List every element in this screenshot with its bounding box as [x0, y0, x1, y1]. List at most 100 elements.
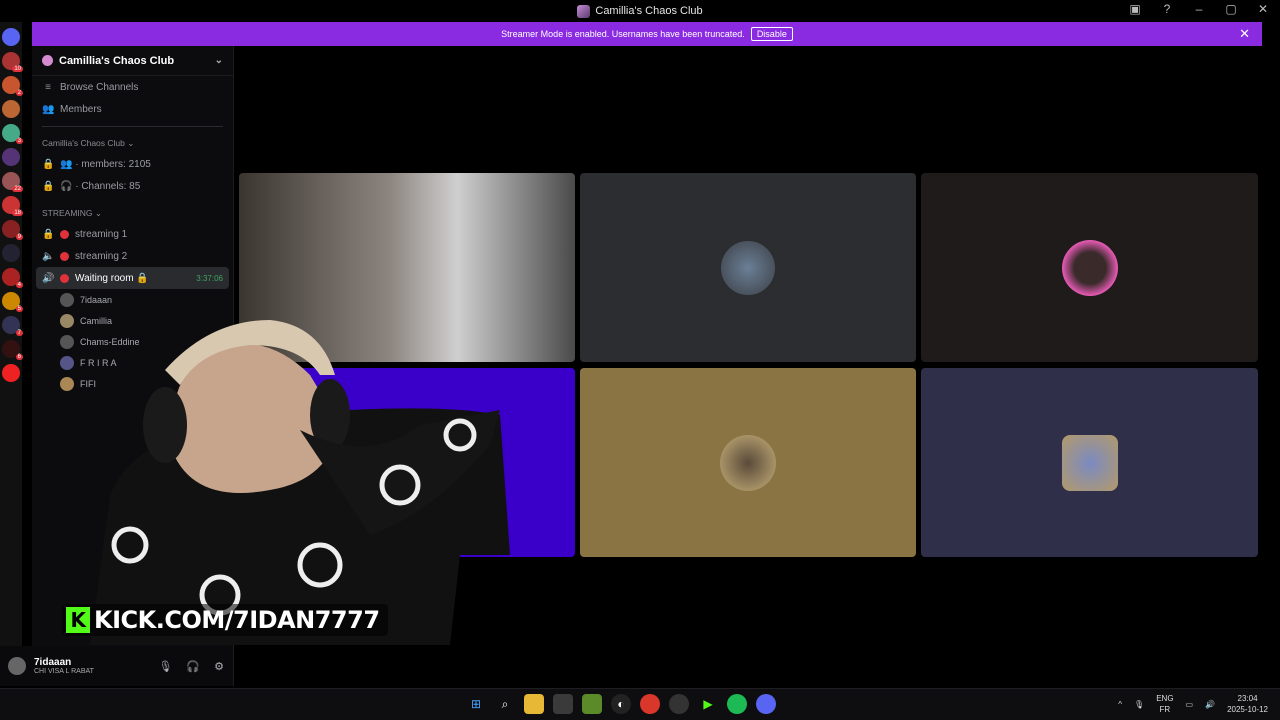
members-icon: 👥 — [42, 103, 55, 115]
category-streaming[interactable]: STREAMING ⌄ — [32, 203, 233, 223]
server-name: Camillia's Chaos Club — [59, 54, 175, 67]
settings-gear-icon[interactable]: ⚙ — [214, 660, 224, 673]
voice-user[interactable]: 7idaaan — [32, 289, 233, 310]
server-logo-icon — [577, 4, 591, 18]
divider — [42, 126, 223, 127]
language-secondary: FR — [1159, 705, 1171, 714]
server-icon[interactable]: 18 — [2, 196, 23, 216]
members-item[interactable]: 👥 Members — [32, 98, 233, 120]
clock-time: 23:04 — [1237, 694, 1258, 703]
microphone-icon[interactable]: 🎙 — [158, 660, 172, 673]
microphone-icon[interactable]: 🎙 — [1134, 700, 1144, 709]
server-header[interactable]: Camillia's Chaos Club ⌄ — [32, 46, 233, 76]
server-icon[interactable] — [2, 100, 20, 118]
avatar — [1061, 434, 1118, 491]
server-icon[interactable]: 6 — [2, 340, 23, 360]
server-icon[interactable] — [2, 244, 20, 262]
server-icon[interactable] — [2, 148, 20, 166]
server-icon[interactable]: 7 — [2, 316, 23, 336]
app-icon[interactable] — [582, 694, 602, 714]
clock-date: 2025-10-12 — [1227, 705, 1268, 714]
browse-channels-label: Browse Channels — [60, 81, 139, 93]
start-button-icon[interactable]: ⊞ — [466, 694, 486, 714]
server-list: 10 2 3 22 18 9 4 5 7 6 — [0, 22, 23, 686]
list-icon: ≡ — [45, 81, 51, 93]
streamer-webcam-overlay — [90, 320, 510, 645]
kick-logo-icon: K — [66, 607, 90, 633]
avatar — [60, 292, 74, 307]
user-name: 7idaaan — [34, 657, 72, 668]
close-window-button[interactable]: ✕ — [1254, 2, 1272, 16]
clock[interactable]: 23:04 2025-10-12 — [1227, 693, 1268, 715]
server-icon[interactable]: 22 — [2, 172, 23, 192]
chrome-icon[interactable] — [640, 694, 660, 714]
language-indicator[interactable]: ENG FR — [1156, 693, 1173, 715]
channel-channels-stat[interactable]: 🔒 🎧 · Channels: 85 — [32, 175, 233, 197]
video-tile[interactable] — [580, 368, 916, 557]
members-label: Members — [60, 103, 102, 115]
server-icon[interactable]: 5 — [2, 292, 23, 312]
lock-icon: 🔒 — [42, 158, 55, 170]
window-titlebar: Camillia's Chaos Club ▣ ? – ▢ ✕ — [0, 0, 1280, 22]
live-dot-icon — [60, 251, 69, 261]
server-icon[interactable]: 2 — [2, 76, 23, 96]
kick-url: KICK.COM/7IDAN7777 — [94, 606, 380, 634]
call-timer: 3:37:06 — [196, 273, 223, 283]
channel-streaming-2[interactable]: 🔈 streaming 2 — [32, 245, 233, 267]
speaker-icon: 🔊 — [42, 272, 55, 284]
minimize-button[interactable]: – — [1190, 2, 1208, 16]
volume-icon[interactable]: 🔊 — [1205, 700, 1215, 709]
file-explorer-icon[interactable] — [524, 694, 544, 714]
lock-icon: 🔒 — [42, 180, 55, 192]
help-icon[interactable]: ? — [1158, 2, 1176, 16]
live-dot-icon — [60, 273, 69, 283]
streamer-mode-banner: Streamer Mode is enabled. Usernames have… — [32, 22, 1262, 46]
channel-label: 👥 · members: 2105 — [60, 158, 151, 170]
play-icon[interactable]: ▶ — [698, 694, 718, 714]
network-icon[interactable]: ▭ — [1186, 700, 1194, 709]
live-dot-icon — [60, 229, 69, 239]
banner-close-icon[interactable]: ✕ — [1239, 26, 1250, 42]
search-icon[interactable]: ⌕ — [495, 694, 515, 714]
headphones-icon[interactable]: 🎧 — [186, 660, 200, 673]
windows-taskbar: ⊞ ⌕ ◐ ▶ ^ 🎙 ENG FR ▭ 🔊 23:04 2025-10-12 — [0, 688, 1280, 720]
app-icon[interactable]: ◐ — [611, 694, 631, 714]
server-icon[interactable] — [2, 28, 20, 46]
maximize-button[interactable]: ▢ — [1222, 2, 1240, 16]
server-icon[interactable]: 10 — [2, 52, 23, 72]
channel-streaming-1[interactable]: 🔒 streaming 1 — [32, 223, 233, 245]
language-primary: ENG — [1156, 694, 1174, 703]
channel-label: Waiting room 🔒 — [75, 272, 149, 284]
user-status: CHI VISA L RABAT — [34, 668, 94, 675]
browse-channels[interactable]: ≡ Browse Channels — [32, 76, 233, 98]
channel-members-stat[interactable]: 🔒 👥 · members: 2105 — [32, 153, 233, 175]
discord-icon[interactable] — [756, 694, 776, 714]
spotify-icon[interactable] — [727, 694, 747, 714]
video-tile[interactable] — [580, 173, 916, 362]
video-tile[interactable] — [921, 173, 1258, 362]
avatar — [721, 240, 775, 295]
voice-user-name: 7idaaan — [80, 294, 113, 305]
category-header[interactable]: Camillia's Chaos Club ⌄ — [32, 133, 233, 153]
avatar[interactable] — [8, 657, 26, 675]
channel-label: streaming 2 — [75, 250, 128, 262]
channel-waiting-room[interactable]: 🔊 Waiting room 🔒 3:37:06 — [36, 267, 229, 289]
server-icon[interactable]: 3 — [2, 124, 23, 144]
avatar — [1061, 239, 1118, 296]
user-info[interactable]: 7idaaan CHI VISA L RABAT — [34, 657, 94, 675]
inbox-icon[interactable]: ▣ — [1126, 2, 1144, 16]
user-panel: 7idaaan CHI VISA L RABAT 🎙 🎧 ⚙ — [0, 646, 232, 686]
app-icon[interactable] — [669, 694, 689, 714]
server-icon[interactable]: 4 — [2, 268, 23, 288]
chevron-down-icon: ⌄ — [214, 55, 223, 66]
disable-streamer-mode-button[interactable]: Disable — [750, 27, 793, 41]
chevron-up-icon[interactable]: ^ — [1118, 700, 1122, 709]
speaker-icon: 🔈 — [42, 250, 55, 262]
channel-label: 🎧 · Channels: 85 — [60, 180, 141, 192]
kick-channel-overlay: K KICK.COM/7IDAN7777 — [62, 604, 388, 636]
store-icon[interactable] — [553, 694, 573, 714]
server-icon[interactable] — [2, 364, 20, 382]
video-tile[interactable] — [921, 368, 1258, 557]
server-icon[interactable]: 9 — [2, 220, 23, 240]
banner-message: Streamer Mode is enabled. Usernames have… — [501, 29, 745, 39]
